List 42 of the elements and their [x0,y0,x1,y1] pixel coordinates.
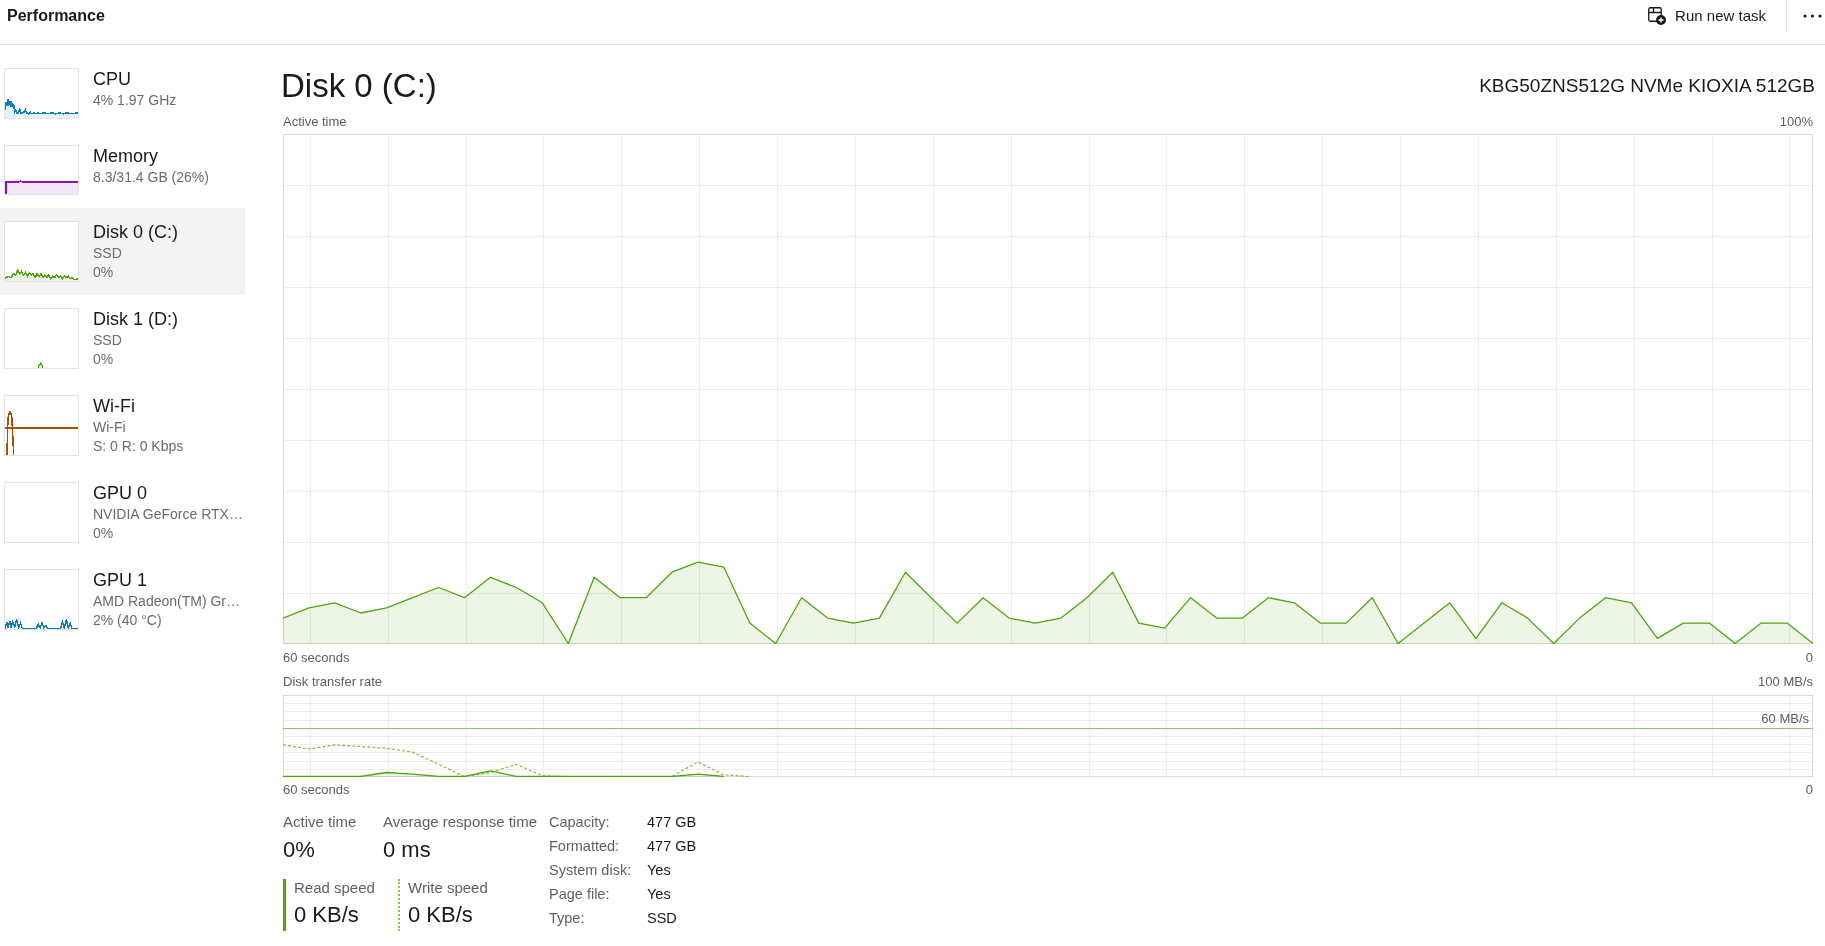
property-value: Yes [647,861,672,880]
property-value: SSD [647,909,678,928]
speed-label: Write speed [408,879,488,897]
sidebar-item[interactable]: Disk 1 (D:) SSD 0% [0,295,245,383]
property-label: Capacity: [549,813,611,832]
stat-label: Average response time [383,812,538,832]
reference-label: 60 MB/s [1761,710,1809,727]
run-new-task-button[interactable]: Run new task [1642,1,1772,31]
solid-line-icon [283,879,286,931]
stat-label: Active time [283,812,358,832]
chart-title: Disk transfer rate [283,674,382,690]
speed-value: 0 KB/s [408,901,474,929]
sidebar-item[interactable]: Disk 0 (C:) SSD 0% [0,208,245,296]
property-value: 477 GB [647,837,697,856]
page-title: Performance [7,6,105,26]
stat-value: 0 ms [383,836,432,864]
sidebar-item[interactable]: Wi-Fi Wi-Fi S: 0 R: 0 Kbps [0,382,245,470]
dotted-line-icon [398,879,400,931]
axis-label: 0 [1805,782,1813,798]
axis-label: 0 [1805,650,1813,666]
stat-value: 0% [283,836,316,864]
sidebar-item[interactable]: Memory 8.3/31.4 GB (26%) [0,131,245,209]
sidebar-item[interactable]: GPU 1 AMD Radeon(TM) Gr… 2% (40 °C) [0,556,245,644]
speed-label: Read speed [294,879,375,897]
disk-title: Disk 0 (C:) [281,66,437,106]
axis-label: 100 MB/s [1758,674,1813,690]
property-label: Type: [549,909,586,928]
property-label: Page file: [549,885,611,904]
more-icon [1803,14,1822,18]
window-add-icon [1648,7,1667,25]
model-name: KBG50ZNS512G NVMe KIOXIA 512GB [1479,74,1815,98]
speed-value: 0 KB/s [294,901,360,929]
property-value: Yes [647,885,672,904]
property-label: Formatted: [549,837,621,856]
axis-label: 60 seconds [283,782,350,798]
sidebar-item[interactable]: GPU 0 NVIDIA GeForce RTX… 0% [0,469,245,557]
property-label: System disk: [549,861,633,880]
sidebar-item[interactable]: CPU 4% 1.97 GHz [0,55,245,132]
axis-label: 60 seconds [283,650,350,666]
property-value: 477 GB [647,813,697,832]
axis-label: 100% [1779,114,1813,130]
chart-title: Active time [283,114,347,130]
